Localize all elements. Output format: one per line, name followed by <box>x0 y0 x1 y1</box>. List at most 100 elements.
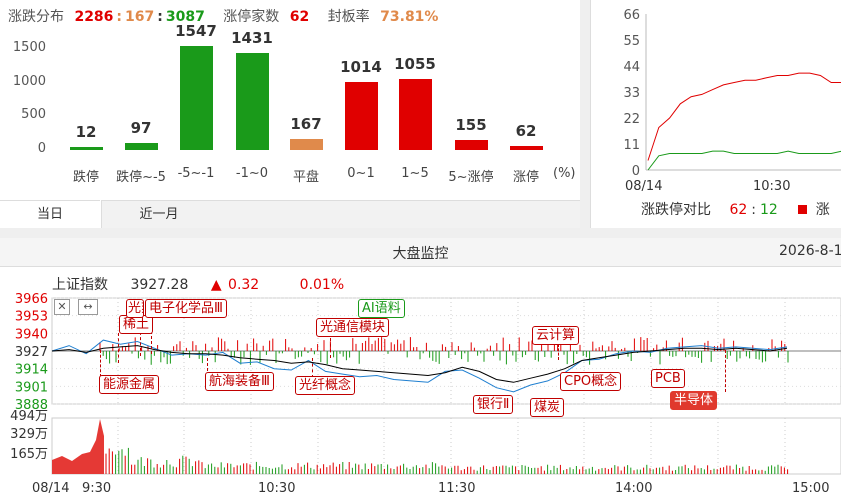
tab-strip-filler <box>215 200 580 229</box>
bar-value-label: 1547 <box>175 21 217 40</box>
tag-semiconductor-label: 半导体 <box>674 393 714 408</box>
legend-up: 62 <box>729 202 748 218</box>
distribution-bar[interactable] <box>124 143 158 150</box>
tag-optical-module[interactable]: 光通信模块 <box>316 318 390 337</box>
time-tick-label: 11:30 <box>438 481 475 495</box>
distribution-bar-chart: 0 500 1000 1500 12 跌停 97 跌停~-5 1547 -5~-1 1431 -1~0… <box>0 0 580 200</box>
legend-extra: 涨 <box>815 202 830 218</box>
tag-cloud[interactable]: 云计算 <box>532 326 580 345</box>
tag-lithography[interactable]: 光刻 <box>126 299 144 318</box>
expand-button[interactable]: ↔ <box>78 299 98 315</box>
tab-month-label: 近一月 <box>139 207 179 222</box>
y-tick-label: 500 <box>21 107 46 123</box>
bar-value-label: 155 <box>455 115 487 134</box>
volume-tick-label: 165万 <box>10 447 48 462</box>
tag-bank[interactable]: 银行Ⅱ <box>473 395 514 414</box>
expand-horizontal-icon: ↔ <box>83 300 93 313</box>
time-tick-label: 10:30 <box>258 481 295 495</box>
x-tick-label: 10:30 <box>753 179 790 194</box>
limit-legend: 涨跌停对比 62:12 涨 <box>641 199 830 219</box>
price-tick-label: 3914 <box>15 363 48 378</box>
legend-square-icon <box>798 205 808 214</box>
category-label: 1~5 <box>401 166 429 181</box>
tag-bank-label: 银行Ⅱ <box>477 397 510 412</box>
bar-value-label: 167 <box>290 114 322 133</box>
legend-sep: : <box>751 202 756 218</box>
price-tick-label: 3953 <box>15 310 48 325</box>
volume-tick-label: 494万 <box>10 409 48 424</box>
legend-down: 12 <box>760 202 778 218</box>
distribution-bar[interactable] <box>509 145 543 150</box>
tag-pcb-label: PCB <box>655 371 681 386</box>
panel-gap <box>580 0 590 236</box>
tag-marine-equip-label: 航海装备Ⅲ <box>209 374 270 389</box>
horizontal-gap <box>0 228 841 238</box>
percent-unit: (%) <box>553 166 576 181</box>
tag-fiber-label: 光纤概念 <box>299 378 352 393</box>
tag-line <box>100 350 101 377</box>
tag-lithography-label: 光刻 <box>128 301 143 316</box>
price-tick-label: 3966 <box>15 292 48 307</box>
distribution-bar[interactable] <box>454 139 488 150</box>
limit-series-line <box>647 72 841 161</box>
y-tick-label: 11 <box>623 138 640 153</box>
market-monitor-panel: 大盘监控 2026-8-1 上证指数 3927.28 ▲ 0.32 0.01% … <box>0 238 841 495</box>
tag-cloud-label: 云计算 <box>536 328 576 343</box>
y-tick-label: 0 <box>37 141 46 156</box>
y-tick-label: 1500 <box>12 39 46 55</box>
price-tick-label: 3901 <box>15 380 48 395</box>
tag-line <box>118 333 119 363</box>
tab-month[interactable]: 近一月 <box>101 200 217 228</box>
price-tick-label: 3927 <box>15 345 48 360</box>
y-tick-label: 44 <box>623 60 640 75</box>
volume-tick-label: 329万 <box>10 427 48 442</box>
y-tick-label: 1000 <box>12 73 46 89</box>
distribution-bar[interactable] <box>344 81 378 150</box>
tag-line <box>312 358 313 378</box>
y-tick-label: 66 <box>623 8 640 23</box>
y-tick-label: 22 <box>623 112 640 127</box>
distribution-bar[interactable] <box>289 138 323 150</box>
tag-line <box>330 338 331 358</box>
tag-ai-corpus[interactable]: AI语料 <box>358 299 405 318</box>
tag-optical-module-label: 光通信模块 <box>320 320 386 335</box>
category-label: 涨停 <box>512 170 539 185</box>
price-tick-label: 3940 <box>15 327 48 342</box>
tag-semiconductor[interactable]: 半导体 <box>670 391 718 410</box>
distribution-bar[interactable] <box>179 45 213 150</box>
tag-rare-earth-label: 稀土 <box>123 317 150 332</box>
tag-fiber[interactable]: 光纤概念 <box>295 376 356 395</box>
tag-cpo[interactable]: CPO概念 <box>560 372 622 391</box>
bar-value-label: 1055 <box>394 54 436 73</box>
x-tick-label: 08/14 <box>625 179 662 194</box>
close-button[interactable]: ✕ <box>54 299 70 315</box>
intraday-chart: 3966395339403927391439013888494万329万165万… <box>10 292 841 495</box>
tab-today-label: 当日 <box>36 207 63 222</box>
tag-coal-label: 煤炭 <box>534 400 561 415</box>
tab-today[interactable]: 当日 <box>0 200 100 228</box>
time-tick-label: 08/14 <box>32 481 69 495</box>
y-tick-label: 0 <box>632 164 640 179</box>
bar-value-label: 97 <box>130 119 152 138</box>
y-tick-label: 33 <box>623 86 640 101</box>
tag-ai-corpus-label: AI语料 <box>362 301 401 316</box>
volume-area <box>52 419 104 474</box>
distribution-panel: 涨跌分布 2286:167:3087 涨停家数 62 封板率 73.81% 05… <box>0 0 580 229</box>
tag-energy-metal[interactable]: 能源金属 <box>99 375 160 394</box>
legend-label: 涨跌停对比 <box>641 202 711 218</box>
tag-pcb[interactable]: PCB <box>651 369 685 388</box>
bar-value-label: 12 <box>75 123 97 141</box>
bar-value-label: 1014 <box>340 57 382 76</box>
distribution-bar[interactable] <box>69 147 103 150</box>
limit-compare-panel: 66 55 44 33 22 11 0 08/14 10:30 涨跌停对比 62:12 涨 <box>590 0 841 228</box>
tag-coal[interactable]: 煤炭 <box>530 398 565 417</box>
close-icon: ✕ <box>57 300 67 313</box>
bar-value-label: 1431 <box>231 29 273 48</box>
tag-electronic-chem[interactable]: 电子化学品Ⅲ <box>145 299 227 318</box>
tag-line <box>725 350 726 392</box>
y-tick-label: 55 <box>623 34 640 49</box>
distribution-bar[interactable] <box>235 53 269 150</box>
distribution-bar[interactable] <box>398 78 432 150</box>
tag-marine-equip[interactable]: 航海装备Ⅲ <box>205 372 274 391</box>
tag-cpo-label: CPO概念 <box>564 374 618 389</box>
